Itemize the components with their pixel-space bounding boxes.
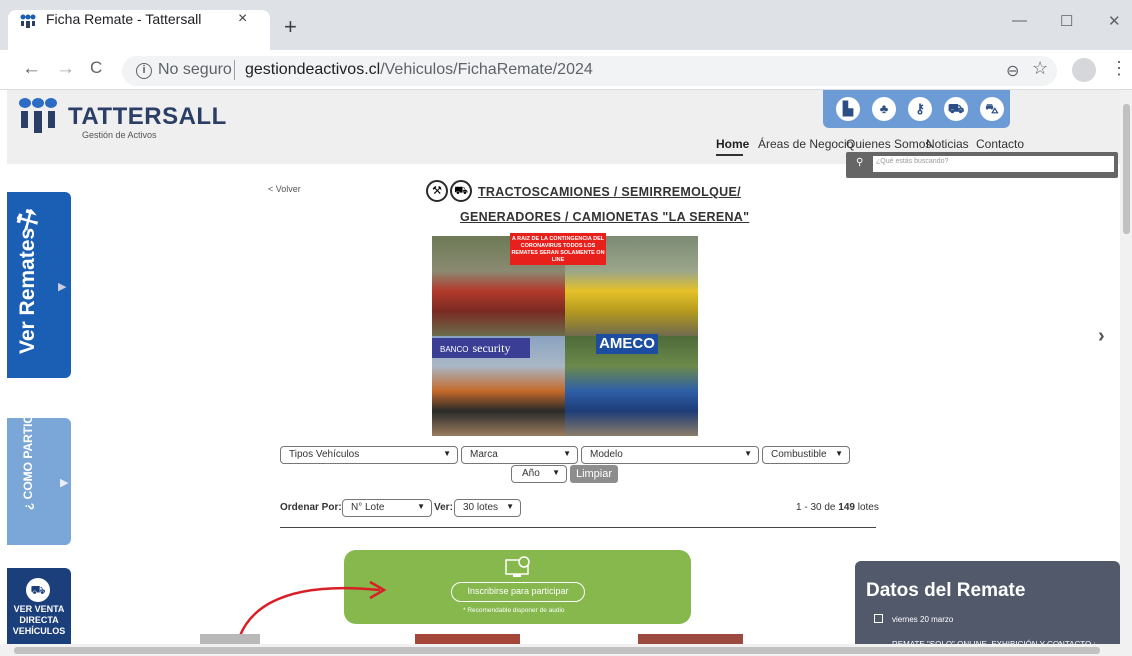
ver-label: Ver: xyxy=(434,502,453,513)
banco-security-logo: BANCO security xyxy=(432,338,530,358)
inscribirse-button[interactable]: Inscribirse para participar xyxy=(451,582,585,602)
select-value: Combustible xyxy=(771,449,827,460)
logo-text[interactable]: TATTERSALL xyxy=(68,103,227,131)
logo-subtitle: Gestión de Activos xyxy=(82,130,157,140)
caret-down-icon: ▼ xyxy=(552,468,560,477)
select-value: N° Lote xyxy=(351,502,385,513)
nav-contacto[interactable]: Contacto xyxy=(976,137,1024,151)
count-prefix: 1 - 30 de xyxy=(796,502,839,513)
datos-title: Datos del Remate xyxy=(866,580,1026,601)
browser-menu-icon[interactable]: ⋮ xyxy=(1110,58,1128,79)
url-path: /Vehiculos/FichaRemate/2024 xyxy=(380,61,593,78)
results-divider xyxy=(280,527,876,528)
minimize-button[interactable]: — xyxy=(1012,12,1027,29)
count-suffix: lotes xyxy=(854,502,879,513)
maximize-button[interactable]: ☐ xyxy=(1060,12,1073,30)
select-value: Marca xyxy=(470,449,498,460)
zoom-icon[interactable]: ⊖ xyxy=(1006,61,1019,81)
ameco-logo: AMECO xyxy=(596,334,658,354)
ver-venta-label: VER VENTA DIRECTA VEHÍCULOS xyxy=(12,604,66,636)
tipos-vehiculos-select[interactable]: Tipos Vehículos ▼ xyxy=(280,446,458,464)
car-icon[interactable]: ⛟ xyxy=(944,97,968,121)
anio-select[interactable]: Año ▼ xyxy=(511,465,567,483)
caret-down-icon: ▼ xyxy=(506,502,514,511)
forward-button[interactable]: → xyxy=(56,58,75,80)
nav-noticias[interactable]: Noticias xyxy=(926,137,969,151)
tattersall-favicon-icon xyxy=(20,14,36,28)
ordenar-select[interactable]: N° Lote ▼ xyxy=(342,499,432,517)
select-value: Año xyxy=(522,468,540,479)
vertical-scroll-thumb[interactable] xyxy=(1123,104,1130,234)
auction-title-line2: GENERADORES / CAMIONETAS "LA SERENA" xyxy=(460,210,750,224)
tab-close-button[interactable]: × xyxy=(238,10,247,28)
profile-avatar[interactable] xyxy=(1072,58,1096,82)
tree-icon[interactable]: ♣ xyxy=(872,97,896,121)
new-tab-button[interactable]: + xyxy=(284,16,297,38)
back-button[interactable]: ← xyxy=(22,58,41,80)
auction-title-line1: TRACTOSCAMIONES / SEMIRREMOLQUE/ xyxy=(478,185,741,199)
security-status: No seguro xyxy=(158,61,232,78)
covid-notice-banner: A RAIZ DE LA CONTINGENCIA DEL CORONAVIRU… xyxy=(510,233,606,265)
chevron-right-icon: ▶ xyxy=(60,477,69,489)
gavel-icon: ⚒ xyxy=(426,180,448,202)
caret-down-icon: ▼ xyxy=(744,449,752,458)
search-input[interactable]: ¿Qué estás buscando? xyxy=(876,158,948,165)
marca-select[interactable]: Marca ▼ xyxy=(461,446,578,464)
nav-active-indicator xyxy=(716,154,743,156)
auction-hero-image xyxy=(432,236,698,436)
select-value: Modelo xyxy=(590,449,623,460)
calendar-icon xyxy=(874,614,883,623)
modelo-select[interactable]: Modelo ▼ xyxy=(581,446,759,464)
chevron-right-icon: ▶ xyxy=(58,281,67,293)
truck-icon[interactable]: ⛍ xyxy=(980,97,1004,121)
ver-select[interactable]: 30 lotes ▼ xyxy=(454,499,521,517)
datos-date: viernes 20 marzo xyxy=(892,615,954,624)
audio-note: * Recomendable disponer de audio xyxy=(463,607,565,614)
tab-title: Ficha Remate - Tattersall xyxy=(46,11,202,27)
lot-thumbnail[interactable] xyxy=(415,634,520,644)
search-icon[interactable]: ⚲ xyxy=(856,157,863,168)
url-text[interactable]: gestiondeactivos.cl/Vehiculos/FichaRemat… xyxy=(245,61,593,79)
title-icons: ⚒ ⛟ xyxy=(426,180,474,202)
results-count: 1 - 30 de 149 lotes xyxy=(796,502,879,513)
caret-down-icon: ▼ xyxy=(417,502,425,511)
limpiar-button[interactable]: Limpiar xyxy=(570,465,618,483)
building-icon[interactable]: ▙ xyxy=(836,97,860,121)
nav-quienes-somos[interactable]: Quienes Somos xyxy=(846,137,931,151)
close-window-button[interactable]: ✕ xyxy=(1108,12,1121,30)
horizontal-scroll-thumb[interactable] xyxy=(14,647,1100,654)
caret-down-icon: ▼ xyxy=(563,449,571,458)
caret-down-icon: ▼ xyxy=(835,449,843,458)
key-icon[interactable]: ⚷ xyxy=(908,97,932,121)
banco-label: BANCO xyxy=(440,345,469,354)
url-domain: gestiondeactivos.cl xyxy=(245,61,381,78)
lot-thumbnail[interactable] xyxy=(200,634,260,644)
nav-home[interactable]: Home xyxy=(716,137,749,151)
computer-gavel-icon xyxy=(505,556,530,577)
como-participar-label: ¿ COMO PARTICIPAR? xyxy=(21,379,35,510)
banco-brand: security xyxy=(472,341,511,355)
lot-thumbnail[interactable] xyxy=(638,634,743,644)
select-value: 30 lotes xyxy=(463,502,499,513)
car-icon: ⛟ xyxy=(450,180,472,202)
next-chevron-icon[interactable]: › xyxy=(1098,325,1105,348)
select-value: Tipos Vehículos xyxy=(289,449,360,460)
bookmark-star-icon[interactable]: ☆ xyxy=(1032,58,1048,79)
tattersall-logo-icon[interactable] xyxy=(18,96,58,134)
reload-button[interactable]: C xyxy=(90,58,102,78)
caret-down-icon: ▼ xyxy=(443,449,451,458)
combustible-select[interactable]: Combustible ▼ xyxy=(762,446,850,464)
divider xyxy=(234,60,235,80)
count-total: 149 xyxy=(838,502,855,513)
ver-remates-label: Ver Remates xyxy=(16,227,39,354)
info-icon[interactable]: i xyxy=(136,63,152,79)
nav-areas-de-negocio[interactable]: Áreas de Negocio xyxy=(758,137,853,151)
back-link[interactable]: < Volver xyxy=(268,184,301,194)
ordenar-label: Ordenar Por: xyxy=(280,502,342,513)
car-icon: ⛟ xyxy=(26,578,50,602)
